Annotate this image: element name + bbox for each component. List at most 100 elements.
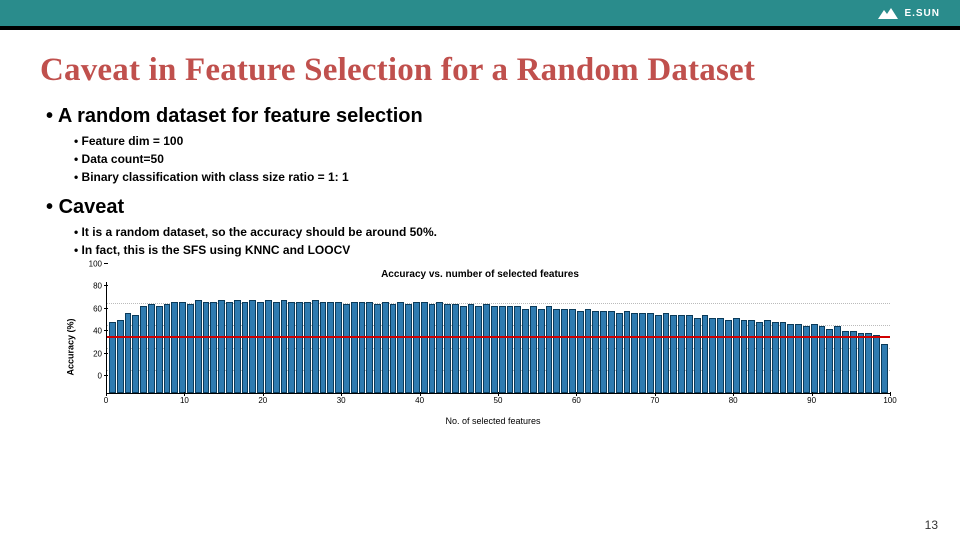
bar <box>717 318 724 393</box>
bar <box>359 302 366 393</box>
bar <box>865 333 872 393</box>
x-axis-label: No. of selected features <box>445 416 540 426</box>
bar <box>631 313 638 393</box>
bar <box>561 309 568 393</box>
bar <box>296 302 303 393</box>
bar <box>858 333 865 393</box>
bars <box>107 282 890 393</box>
bar <box>148 304 155 393</box>
x-tick-label: 30 <box>337 396 346 405</box>
reference-line <box>107 336 890 338</box>
bullet-item: Data count=50 <box>74 150 920 168</box>
bar <box>741 320 748 393</box>
bar <box>164 304 171 393</box>
bar <box>320 302 327 393</box>
bar <box>382 302 389 393</box>
bullet-level-1: A random dataset for feature selection F… <box>46 105 920 259</box>
y-tick-label: 80 <box>93 282 102 291</box>
bar <box>514 306 521 393</box>
x-tick-label: 50 <box>494 396 503 405</box>
bar <box>203 302 210 393</box>
bar <box>436 302 443 393</box>
bar <box>195 300 202 393</box>
bar <box>491 306 498 393</box>
content-area: Caveat in Feature Selection for a Random… <box>0 30 960 412</box>
bar <box>686 315 693 393</box>
bar <box>140 306 147 393</box>
y-tick-label: 20 <box>93 349 102 358</box>
bar <box>132 315 139 393</box>
bar <box>429 304 436 393</box>
bar <box>663 313 670 393</box>
bar <box>499 306 506 393</box>
bar <box>187 304 194 393</box>
bar <box>249 300 256 393</box>
bar <box>546 306 553 393</box>
bar <box>873 335 880 393</box>
bar <box>444 304 451 393</box>
bar <box>156 306 163 393</box>
bar <box>460 306 467 393</box>
bar <box>811 324 818 393</box>
bar <box>780 322 787 393</box>
bar <box>171 302 178 393</box>
bullet-item: A random dataset for feature selection F… <box>46 105 920 186</box>
bar <box>694 318 701 393</box>
bar <box>405 304 412 393</box>
bar <box>670 315 677 393</box>
y-tick-label: 0 <box>98 372 102 381</box>
bar <box>265 300 272 393</box>
bar <box>327 302 334 393</box>
brand-logo: E.SUN <box>878 7 940 19</box>
bar <box>234 300 241 393</box>
x-tick-label: 60 <box>572 396 581 405</box>
bar <box>242 302 249 393</box>
bar <box>826 329 833 393</box>
mountain-icon <box>878 7 898 19</box>
bullet-item: Binary classification with class size ra… <box>74 168 920 186</box>
bar <box>616 313 623 393</box>
bar <box>553 309 560 393</box>
bar <box>179 302 186 393</box>
bar <box>257 302 264 393</box>
bar <box>273 302 280 393</box>
bullet-item: Feature dim = 100 <box>74 132 920 150</box>
bar <box>600 311 607 393</box>
bar <box>850 331 857 393</box>
bar <box>608 311 615 393</box>
bar <box>764 320 771 393</box>
bar <box>468 304 475 393</box>
bar <box>288 302 295 393</box>
bar <box>281 300 288 393</box>
bar <box>702 315 709 393</box>
bar <box>647 313 654 393</box>
bar <box>577 311 584 393</box>
x-tick-label: 80 <box>729 396 738 405</box>
bar <box>748 320 755 393</box>
bar <box>569 309 576 393</box>
bar <box>413 302 420 393</box>
topbar: E.SUN <box>0 0 960 26</box>
x-tick-label: 90 <box>807 396 816 405</box>
bar <box>351 302 358 393</box>
x-tick-label: 10 <box>180 396 189 405</box>
bar <box>109 322 116 393</box>
x-ticks: 0102030405060708090100 <box>106 394 890 412</box>
bar <box>397 302 404 393</box>
bar <box>624 311 631 393</box>
x-tick-label: 100 <box>883 396 896 405</box>
bar <box>335 302 342 393</box>
bullet-item: It is a random dataset, so the accuracy … <box>74 223 920 241</box>
bullet-level-2: It is a random dataset, so the accuracy … <box>74 223 920 259</box>
bullet-text: Caveat <box>59 196 125 218</box>
bar <box>795 324 802 393</box>
bar <box>226 302 233 393</box>
bar <box>390 304 397 393</box>
bar <box>772 322 779 393</box>
bar <box>374 304 381 393</box>
x-tick-label: 20 <box>258 396 267 405</box>
bar <box>639 313 646 393</box>
bar <box>522 309 529 393</box>
bar <box>733 318 740 393</box>
bar <box>304 302 311 393</box>
